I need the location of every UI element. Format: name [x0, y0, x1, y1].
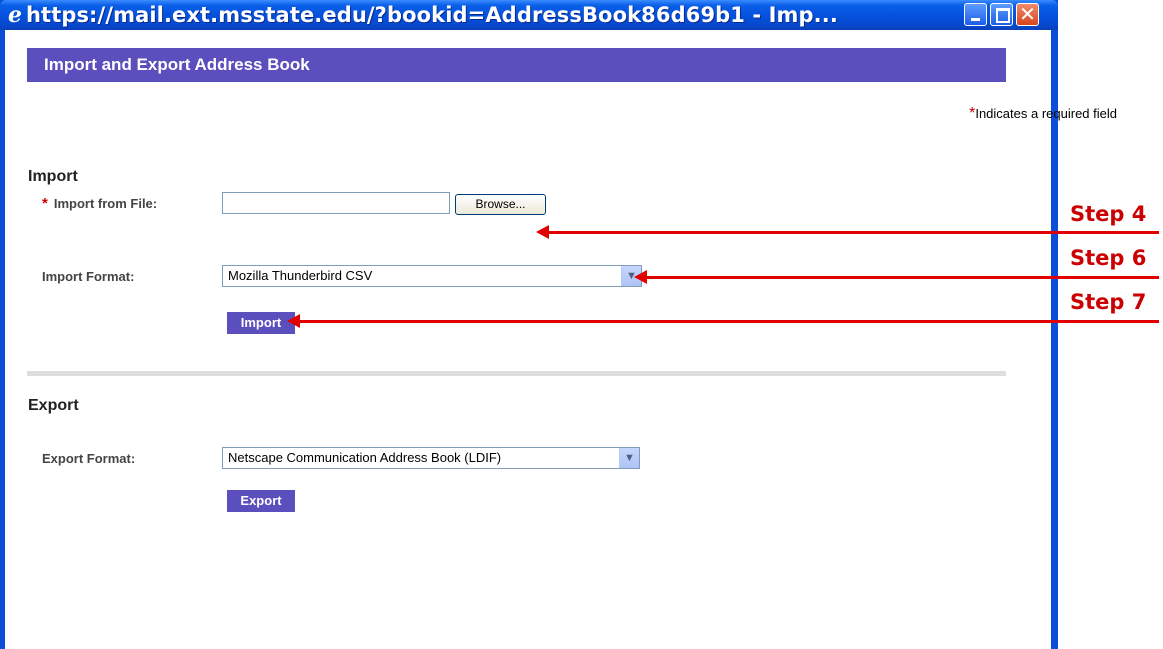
maximize-icon — [996, 8, 1010, 23]
required-field-note: *Indicates a required field — [969, 105, 1117, 123]
minimize-button[interactable] — [964, 3, 987, 26]
export-section-title: Export — [28, 397, 79, 414]
step-4-label: Step 4 — [1070, 202, 1147, 226]
export-format-select[interactable]: Netscape Communication Address Book (LDI… — [222, 447, 640, 469]
export-format-value: Netscape Communication Address Book (LDI… — [228, 450, 502, 465]
import-button[interactable]: Import — [227, 312, 295, 334]
export-button[interactable]: Export — [227, 490, 295, 512]
chevron-down-icon[interactable]: ▼ — [619, 448, 639, 468]
import-file-input[interactable] — [222, 192, 450, 214]
title-bar[interactable]: e https://mail.ext.msstate.edu/?bookid=A… — [0, 0, 1058, 30]
page-header: Import and Export Address Book — [27, 48, 1006, 82]
step-6-arrow — [634, 270, 1159, 284]
page-content — [5, 30, 1051, 649]
ie-icon: e — [8, 2, 22, 28]
import-file-label: * Import from File: — [42, 195, 157, 212]
browser-window: e https://mail.ext.msstate.edu/?bookid=A… — [0, 0, 1058, 649]
window-title: https://mail.ext.msstate.edu/?bookid=Add… — [26, 3, 838, 27]
import-format-select[interactable]: Mozilla Thunderbird CSV ▼ — [222, 265, 642, 287]
import-format-label: Import Format: — [42, 269, 135, 284]
step-4-arrow — [536, 225, 1159, 239]
import-file-label-text: Import from File: — [53, 196, 158, 211]
step-7-arrow — [287, 314, 1159, 328]
page-title: Import and Export Address Book — [44, 55, 310, 74]
import-format-value: Mozilla Thunderbird CSV — [228, 268, 373, 283]
step-7-label: Step 7 — [1070, 290, 1147, 314]
required-note-text: Indicates a required field — [975, 106, 1117, 121]
step-6-label: Step 6 — [1070, 246, 1147, 270]
section-divider — [27, 371, 1006, 376]
close-button[interactable]: ✕ — [1016, 3, 1039, 26]
close-icon: ✕ — [1019, 2, 1036, 26]
import-section-title: Import — [28, 168, 78, 185]
browse-button[interactable]: Browse... — [455, 194, 546, 215]
export-format-label: Export Format: — [42, 451, 136, 466]
maximize-button[interactable] — [990, 3, 1013, 26]
required-star: * — [42, 195, 48, 212]
minimize-icon — [971, 18, 980, 21]
